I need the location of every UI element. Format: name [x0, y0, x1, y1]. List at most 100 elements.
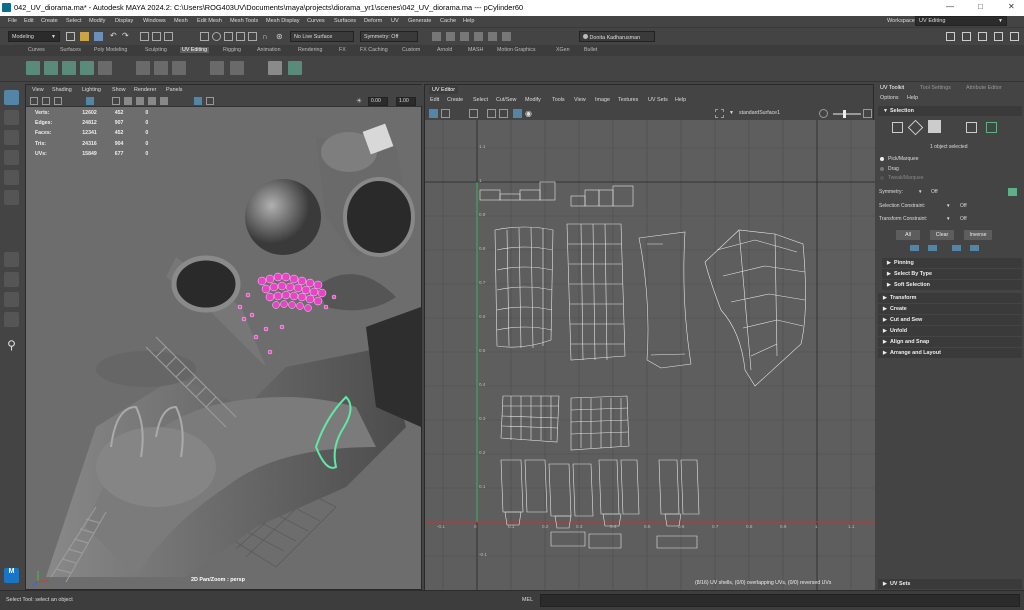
vp-menu-view[interactable]: View	[32, 87, 44, 93]
snap-grid-icon[interactable]	[200, 32, 209, 41]
vp-menu-shading[interactable]: Shading	[52, 87, 72, 93]
select-loop-icon[interactable]	[952, 245, 961, 251]
symmetry-value[interactable]: Off	[931, 189, 938, 195]
tab-uv-toolkit[interactable]: UV Toolkit	[880, 85, 904, 91]
shelf-tab-bullet[interactable]: Bullet	[584, 47, 597, 53]
menu-deform[interactable]: Deform	[364, 18, 382, 24]
shelf-tab-animation[interactable]: Animation	[257, 47, 281, 53]
shelf-tab-fx[interactable]: FX	[339, 47, 346, 53]
shelf-tab-mash[interactable]: MASH	[468, 47, 483, 53]
uv-shaded-icon[interactable]	[487, 109, 496, 118]
tab-attribute-editor[interactable]: Attribute Editor	[966, 85, 1002, 91]
section-arrange-and-layout[interactable]: ▶ Arrange and Layout	[878, 348, 1022, 358]
shelf-tab-motion-graphics[interactable]: Motion Graphics	[497, 47, 536, 53]
shelf-tab-surfaces[interactable]: Surfaces	[60, 47, 81, 53]
uv-menu-modify[interactable]: Modify	[525, 97, 541, 103]
symmetry-options-icon[interactable]	[1008, 188, 1017, 196]
live-surface-field[interactable]: No Live Surface	[290, 31, 354, 42]
vertex-mode-icon[interactable]	[892, 122, 903, 133]
cylindrical-map-icon[interactable]	[44, 61, 58, 75]
menu-edit-mesh[interactable]: Edit Mesh	[197, 18, 222, 24]
planar-map-icon[interactable]	[26, 61, 40, 75]
ipr-icon[interactable]	[446, 32, 455, 41]
symmetry-dropdown[interactable]: Symmetry: Off	[360, 31, 418, 42]
menu-help[interactable]: Help	[463, 18, 475, 24]
arnold-render-icon[interactable]	[488, 32, 497, 41]
move-tool-icon[interactable]	[4, 150, 19, 165]
section-cut-and-sew[interactable]: ▶ Cut and Sew	[878, 315, 1022, 325]
move-sew-icon[interactable]	[172, 61, 186, 75]
shader-chevron-icon[interactable]: ▼	[729, 110, 734, 116]
spherical-map-icon[interactable]	[62, 61, 76, 75]
menu-display[interactable]: Display	[115, 18, 133, 24]
uv-menu-uv-sets[interactable]: UV Sets	[648, 97, 668, 103]
shelf-tab-fx-caching[interactable]: FX Caching	[360, 47, 388, 53]
clear-button[interactable]: Clear	[930, 230, 954, 240]
camera-based-map-icon[interactable]	[98, 61, 112, 75]
subsection-select-by-type[interactable]: ▶ Select By Type	[882, 269, 1022, 279]
uv-image-icon[interactable]	[513, 109, 522, 118]
pivot-icon[interactable]: ⊛	[276, 32, 285, 41]
magnet-icon[interactable]: ∩	[262, 32, 271, 41]
toolkit-menu-options[interactable]: Options	[880, 95, 899, 101]
uv-menu-cut-sew[interactable]: Cut/Sew	[496, 97, 516, 103]
radio-button[interactable]	[880, 167, 884, 171]
snap-view-icon[interactable]	[236, 32, 245, 41]
radio-button[interactable]	[880, 157, 884, 161]
shelf-tab-custom[interactable]: Custom	[402, 47, 420, 53]
section-uv-sets[interactable]: ▶ UV Sets	[878, 579, 1022, 589]
single-view-icon[interactable]	[4, 252, 19, 267]
paint-select-icon[interactable]	[4, 130, 19, 145]
grid-toggle-icon[interactable]	[86, 97, 94, 105]
outliner-icon[interactable]	[1010, 32, 1019, 41]
snap-surface-icon[interactable]	[248, 32, 257, 41]
mel-label[interactable]: MEL	[522, 597, 533, 603]
uv-shell-mode-icon[interactable]	[986, 122, 997, 133]
render-settings-icon[interactable]	[460, 32, 469, 41]
save-scene-icon[interactable]	[94, 32, 103, 41]
uv-checker-icon[interactable]	[499, 109, 508, 118]
uv-menu-help[interactable]: Help	[675, 97, 686, 103]
gamma-field[interactable]: 1.00	[396, 97, 416, 106]
menu-modify[interactable]: Modify	[89, 18, 105, 24]
render-icon[interactable]	[432, 32, 441, 41]
uv-select-icon[interactable]	[429, 109, 438, 118]
unfold-icon[interactable]	[210, 61, 224, 75]
mel-icon[interactable]: M	[4, 568, 19, 583]
select-component-icon[interactable]	[164, 32, 173, 41]
grow-selection-icon[interactable]	[910, 245, 919, 251]
shelf-tab-arnold[interactable]: Arnold	[437, 47, 452, 53]
texture-toggle-icon[interactable]	[819, 109, 828, 118]
tool-settings-icon[interactable]	[994, 32, 1003, 41]
object-mode-icon[interactable]	[928, 120, 941, 133]
undo-icon[interactable]: ↶	[110, 31, 119, 40]
uv-shell-icon[interactable]	[288, 61, 302, 75]
user-account-dropdown[interactable]: Donita Kadharusman	[579, 31, 655, 42]
camera-icon[interactable]	[30, 97, 38, 105]
edge-mode-icon[interactable]	[907, 119, 924, 136]
menu-select[interactable]: Select	[66, 18, 82, 24]
checker-icon[interactable]	[268, 61, 282, 75]
menu-uv[interactable]: UV	[391, 18, 399, 24]
modeling-toolkit-icon[interactable]	[946, 32, 955, 41]
shelf-tab-rendering[interactable]: Rendering	[298, 47, 322, 53]
uv-menu-select[interactable]: Select	[473, 97, 488, 103]
close-button[interactable]: ✕	[1008, 2, 1015, 11]
smooth-shade-icon[interactable]	[124, 97, 132, 105]
exposure-field[interactable]: 0.00	[368, 97, 388, 106]
image-plane-icon[interactable]	[54, 97, 62, 105]
open-scene-icon[interactable]	[80, 32, 89, 41]
uv-settings-icon[interactable]	[863, 109, 872, 118]
vp-menu-panels[interactable]: Panels	[166, 87, 182, 93]
new-scene-icon[interactable]	[66, 32, 75, 41]
radio-button[interactable]	[880, 176, 884, 180]
uv-grid-area[interactable]: -0.1 0 0.1 0.2 0.3 0.4 0.5 0.6 0.7 0.8 0…	[425, 120, 875, 591]
shelf-tab-xgen[interactable]: XGen	[556, 47, 570, 53]
subsection-soft-selection[interactable]: ▶ Soft Selection	[882, 280, 1022, 290]
select-object-icon[interactable]	[152, 32, 161, 41]
uv-distortion-icon[interactable]: ◉	[525, 109, 534, 118]
menu-surfaces[interactable]: Surfaces	[334, 18, 356, 24]
menu-mesh[interactable]: Mesh	[174, 18, 188, 24]
two-view-icon[interactable]	[4, 292, 19, 307]
textured-icon[interactable]	[136, 97, 144, 105]
